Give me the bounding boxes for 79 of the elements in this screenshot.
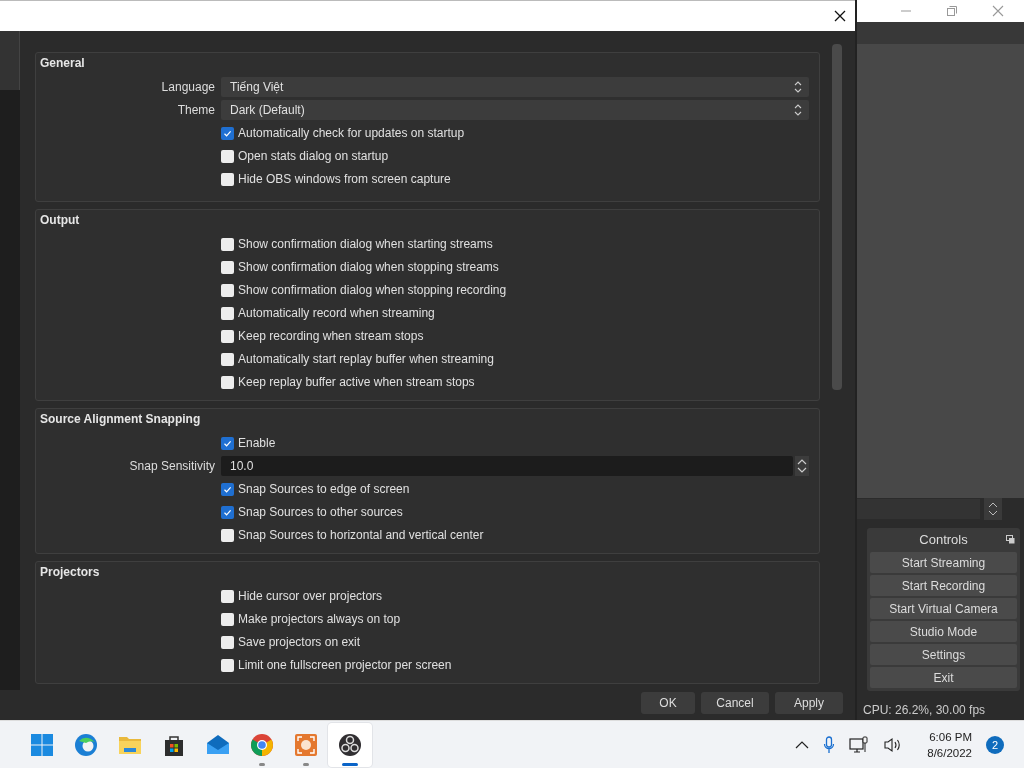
checkbox[interactable] (221, 172, 234, 186)
checkbox[interactable] (221, 612, 234, 626)
restore-icon[interactable] (946, 5, 958, 17)
browser-icon[interactable] (74, 732, 98, 757)
dialog-button[interactable]: OK (641, 692, 695, 714)
up-down-icon (793, 103, 803, 117)
group-title: Output (39, 212, 81, 229)
checkbox[interactable] (221, 375, 234, 389)
dialog-button[interactable]: Apply (775, 692, 843, 714)
group-title: General (39, 55, 86, 72)
group-title: Source Alignment Snapping (39, 411, 202, 428)
checkbox[interactable] (221, 505, 234, 519)
checkbox[interactable] (221, 352, 234, 366)
checkbox[interactable] (221, 635, 234, 649)
checkbox-label: Save projectors on exit (238, 635, 361, 649)
checkbox-label: Automatically record when streaming (238, 306, 435, 320)
checkbox-label: Show confirmation dialog when stopping streams (238, 260, 499, 274)
control-button[interactable]: Start Recording (870, 575, 1017, 596)
microphone-icon[interactable] (823, 735, 836, 754)
checkbox[interactable] (221, 306, 234, 320)
checkbox[interactable] (221, 482, 234, 496)
envelope-icon[interactable] (206, 732, 230, 757)
checkbox-label: Keep recording when stream stops (238, 329, 424, 343)
checkbox-label: Hide cursor over projectors (238, 589, 383, 603)
disc-icon[interactable] (338, 732, 362, 757)
checkbox[interactable] (221, 528, 234, 542)
control-button[interactable]: Start Streaming (870, 552, 1017, 573)
dialog-button[interactable]: Cancel (701, 692, 769, 714)
control-button[interactable]: Settings (870, 644, 1017, 665)
checkbox-label: Automatically start replay buffer when streaming (238, 352, 494, 366)
dock-title: Controls (919, 531, 968, 547)
checkbox-label: Limit one fullscreen projector per screen (238, 658, 452, 672)
network-icon[interactable] (849, 735, 870, 754)
field-label: Snap Sensitivity (128, 459, 215, 473)
checkbox-label: Hide OBS windows from screen capture (238, 172, 451, 186)
checkbox-label: Keep replay buffer active when stream stops (238, 375, 475, 389)
float-icon[interactable] (1006, 535, 1015, 544)
control-button[interactable]: Studio Mode (870, 621, 1017, 642)
notification-badge[interactable]: 2 (986, 735, 1004, 754)
checkbox-label: Snap Sources to edge of screen (238, 482, 410, 496)
scrollbar-thumb[interactable] (832, 44, 842, 390)
checkbox[interactable] (221, 126, 234, 140)
checkbox[interactable] (221, 149, 234, 163)
checkbox-label: Snap Sources to other sources (238, 505, 403, 519)
control-button[interactable]: Start Virtual Camera (870, 598, 1017, 619)
dropdown[interactable]: Tiếng Việt (221, 77, 809, 97)
chevron-up-icon[interactable] (795, 739, 810, 750)
checkbox[interactable] (221, 329, 234, 343)
spinner-icon[interactable] (795, 456, 809, 476)
clock-date[interactable]: 8/6/2022 (927, 744, 972, 761)
spinner-icon[interactable] (984, 498, 1002, 520)
taskbar-button[interactable] (328, 722, 372, 767)
checkbox-label: Open stats dialog on startup (238, 149, 389, 163)
capture-icon[interactable] (294, 732, 318, 757)
control-button[interactable]: Exit (870, 667, 1017, 688)
group-title: Projectors (39, 564, 101, 581)
checkbox-label: Automatically check for updates on startup (238, 126, 465, 140)
checkbox-label: Show confirmation dialog when starting streams (238, 237, 493, 251)
checkbox-label: Enable (238, 436, 276, 450)
status-text: CPU: 26.2%, 30.00 fps (862, 703, 987, 717)
field-label: Theme (176, 103, 215, 117)
checkbox[interactable] (221, 589, 234, 603)
checkbox[interactable] (221, 260, 234, 274)
input-field[interactable] (857, 499, 980, 519)
close-icon[interactable] (834, 10, 846, 22)
checkbox-label: Snap Sources to horizontal and vertical center (238, 528, 484, 542)
checkbox[interactable] (221, 237, 234, 251)
checkbox-label: Show confirmation dialog when stopping recording (238, 283, 507, 297)
up-down-icon (793, 80, 803, 94)
clock-time[interactable]: 6:06 PM (929, 728, 972, 745)
dropdown[interactable]: Dark (Default) (221, 100, 809, 120)
field-label: Language (160, 80, 215, 94)
number-field[interactable]: 10.0 (221, 456, 793, 476)
checkbox-label: Make projectors always on top (238, 612, 401, 626)
checkbox[interactable] (221, 658, 234, 672)
globe-icon[interactable] (250, 732, 274, 757)
checkbox[interactable] (221, 283, 234, 297)
grid-icon[interactable] (30, 732, 54, 757)
checkbox[interactable] (221, 436, 234, 450)
